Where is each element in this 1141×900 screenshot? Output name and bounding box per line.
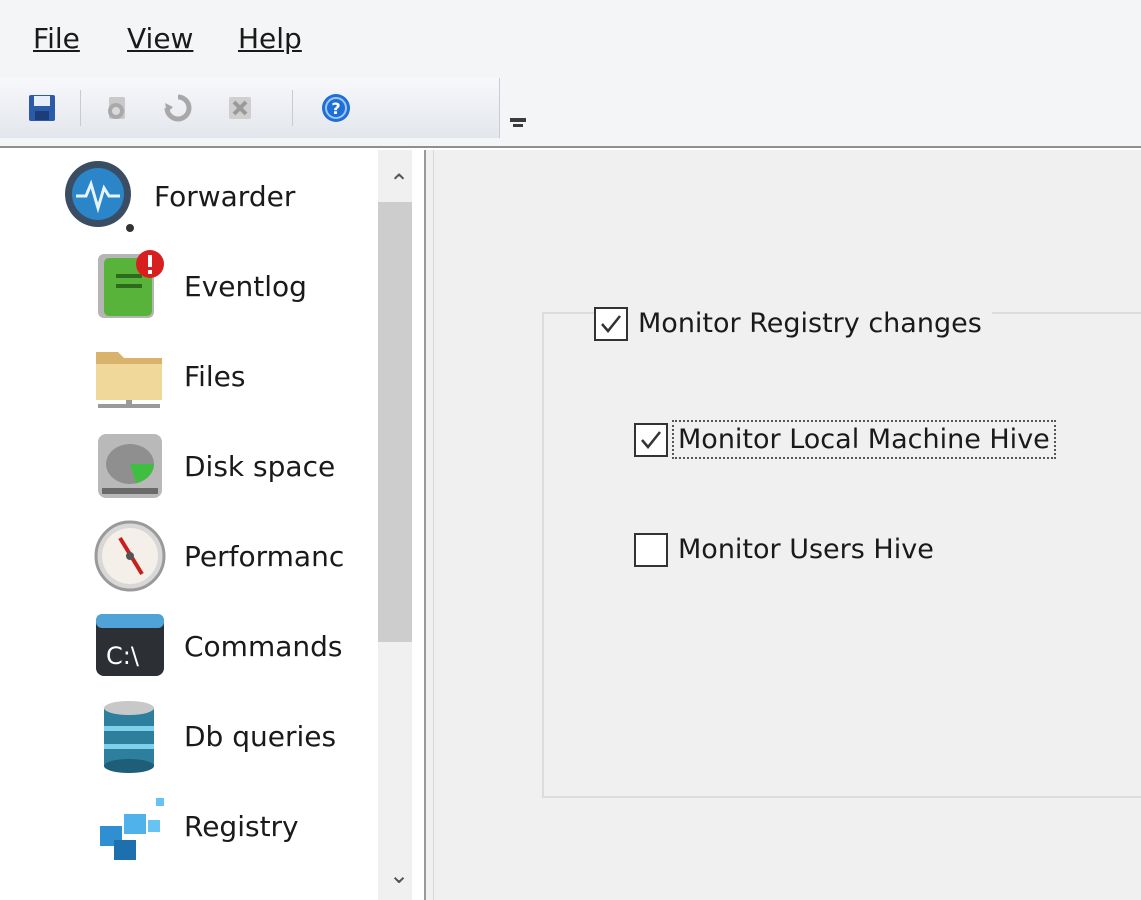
delete-icon[interactable]	[222, 90, 258, 126]
sidebar-item-files[interactable]: Files	[90, 334, 245, 418]
toolbar-area: ?	[0, 78, 1141, 148]
menu-help[interactable]: Help	[238, 22, 302, 55]
refresh-icon[interactable]	[160, 90, 196, 126]
scroll-thumb[interactable]	[378, 202, 412, 642]
monitor-local-machine-hive-checkbox[interactable]: Monitor Local Machine Hive	[634, 420, 1056, 459]
sidebar-item-registry[interactable]: Registry	[90, 784, 299, 868]
database-icon	[90, 696, 170, 776]
monitor-registry-changes-checkbox[interactable]: Monitor Registry changes	[594, 306, 992, 341]
menu-view-label: View	[127, 22, 194, 55]
checkbox-label: Monitor Registry changes	[638, 308, 982, 339]
sidebar-item-label: Files	[184, 359, 246, 393]
checkmark-icon	[641, 430, 661, 449]
registry-cubes-icon	[90, 786, 170, 866]
menu-bar: File View Help	[0, 0, 1141, 78]
sidebar-item-commands[interactable]: C:\ Commands	[90, 604, 343, 688]
sidebar-item-db-queries[interactable]: Db queries	[90, 694, 336, 778]
checkbox-box[interactable]	[634, 422, 668, 457]
checkbox-label: Monitor Local Machine Hive	[672, 420, 1056, 459]
disk-drive-icon	[90, 426, 170, 506]
save-icon[interactable]	[24, 90, 60, 126]
help-icon[interactable]: ?	[318, 90, 354, 126]
svg-text:C:\: C:\	[106, 642, 140, 670]
eventlog-book-icon	[90, 246, 170, 326]
sidebar-item-eventlog[interactable]: Eventlog	[90, 244, 307, 328]
toolbar: ?	[0, 78, 500, 138]
sidebar-item-label: Registry	[184, 809, 299, 843]
checkmark-icon	[601, 314, 621, 333]
toolbar-overflow-grip[interactable]	[506, 78, 530, 138]
sidebar-item-label: Performanc	[184, 539, 345, 573]
menu-file[interactable]: File	[33, 22, 80, 55]
sidebar-item-label: Db queries	[184, 719, 337, 753]
sidebar-tree: Forwarder Eventlog Files Disk space Perf…	[8, 150, 412, 900]
sidebar-item-label: Disk space	[184, 449, 336, 483]
registry-settings-panel: Monitor Registry changes Monitor Local M…	[434, 150, 1141, 900]
menu-help-label: Help	[238, 22, 302, 55]
folder-icon	[90, 336, 170, 416]
scroll-up-icon[interactable]: ⌃	[378, 158, 412, 208]
menu-view[interactable]: View	[127, 22, 193, 55]
scroll-down-icon[interactable]: ⌄	[378, 850, 412, 900]
command-prompt-icon: C:\	[90, 606, 170, 686]
splitter[interactable]	[424, 150, 434, 900]
speedometer-icon	[90, 516, 170, 596]
sidebar-item-label: Eventlog	[184, 269, 307, 303]
sidebar-item-label: Forwarder	[154, 179, 296, 213]
sidebar-item-performance[interactable]: Performanc	[90, 514, 344, 598]
menu-file-label: File	[33, 22, 80, 55]
sidebar-item-disk-space[interactable]: Disk space	[90, 424, 335, 508]
forward-icon[interactable]	[100, 90, 136, 126]
svg-text:?: ?	[331, 99, 340, 118]
toolbar-separator	[292, 90, 293, 126]
checkbox-box[interactable]	[594, 306, 628, 341]
sidebar-item-forwarder[interactable]: Forwarder	[60, 154, 295, 238]
forwarder-gauge-icon	[60, 156, 140, 236]
sidebar-item-label: Commands	[184, 629, 343, 663]
sidebar-scrollbar[interactable]: ⌃ ⌄	[378, 150, 412, 900]
toolbar-separator	[80, 90, 81, 126]
checkbox-box[interactable]	[634, 532, 668, 567]
checkbox-label: Monitor Users Hive	[678, 534, 934, 565]
monitor-users-hive-checkbox[interactable]: Monitor Users Hive	[634, 532, 938, 567]
